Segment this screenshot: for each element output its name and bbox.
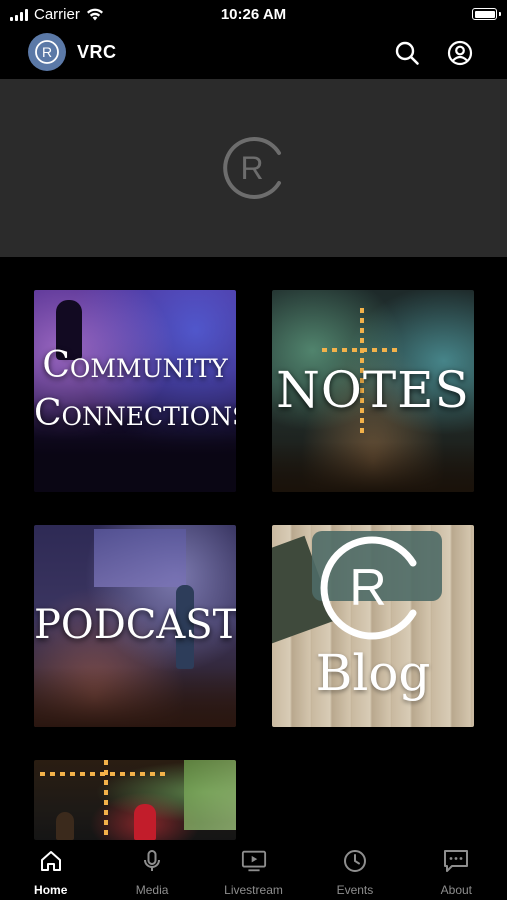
battery-fill bbox=[474, 10, 495, 18]
status-bar: Carrier 10:26 AM bbox=[0, 0, 507, 28]
tile-notes[interactable]: NOTES bbox=[272, 290, 474, 492]
stage-screen bbox=[94, 529, 186, 587]
clock-icon bbox=[342, 848, 368, 874]
tab-home[interactable]: Home bbox=[0, 840, 101, 900]
stage-audience bbox=[272, 442, 474, 492]
cross-lights-vertical bbox=[104, 760, 108, 840]
tab-home-label: Home bbox=[34, 883, 68, 897]
account-button[interactable] bbox=[445, 38, 475, 68]
singer-figure bbox=[56, 812, 74, 840]
cross-lights-horizontal bbox=[322, 348, 402, 352]
account-icon bbox=[447, 40, 473, 66]
tile-blog-label: Blog bbox=[315, 644, 431, 702]
screen-panel bbox=[184, 760, 236, 830]
logo-letter: R bbox=[42, 44, 52, 60]
audience-silhouette bbox=[34, 667, 236, 727]
banner-logo-icon: R bbox=[222, 137, 281, 199]
blog-logo-icon: R bbox=[320, 536, 417, 640]
tab-events-label: Events bbox=[336, 883, 374, 897]
tab-events[interactable]: Events bbox=[304, 840, 405, 900]
tab-media-label: Media bbox=[135, 883, 169, 897]
search-button[interactable] bbox=[392, 38, 422, 68]
app-title: VRC bbox=[77, 42, 117, 62]
registered-logo-icon: R bbox=[35, 40, 59, 64]
tab-livestream-label: Livestream bbox=[224, 883, 283, 897]
hero-banner[interactable]: R bbox=[0, 79, 507, 257]
chat-icon bbox=[443, 848, 469, 874]
tab-about[interactable]: About bbox=[406, 840, 507, 900]
app-header: R VRC bbox=[0, 28, 507, 78]
livestream-icon bbox=[241, 848, 267, 874]
status-time: 10:26 AM bbox=[220, 6, 287, 23]
tile-podcast[interactable]: PODCAST bbox=[34, 525, 236, 727]
tab-about-label: About bbox=[440, 883, 472, 897]
singer-figure bbox=[134, 804, 156, 840]
tile-notes-label: NOTES bbox=[276, 361, 470, 419]
tile-blog[interactable]: R Blog bbox=[272, 525, 474, 727]
tab-bar: Home Media Livestream Events About bbox=[0, 840, 507, 900]
tile-community-line-1: Community bbox=[42, 345, 228, 386]
battery-icon bbox=[472, 8, 501, 20]
tile-worship[interactable] bbox=[34, 760, 236, 840]
home-icon bbox=[38, 848, 64, 874]
tile-podcast-label: PODCAST bbox=[34, 602, 236, 648]
app-logo[interactable]: R bbox=[28, 33, 66, 71]
blog-logo-letter: R bbox=[349, 559, 387, 617]
banner-logo-letter: R bbox=[240, 150, 263, 186]
tab-media[interactable]: Media bbox=[101, 840, 202, 900]
search-icon bbox=[395, 41, 419, 65]
tile-community-connections[interactable]: Community Connections bbox=[34, 290, 236, 492]
tab-livestream[interactable]: Livestream bbox=[203, 840, 304, 900]
microphone-icon bbox=[139, 848, 165, 874]
tile-community-line-2: Connections bbox=[34, 393, 236, 434]
